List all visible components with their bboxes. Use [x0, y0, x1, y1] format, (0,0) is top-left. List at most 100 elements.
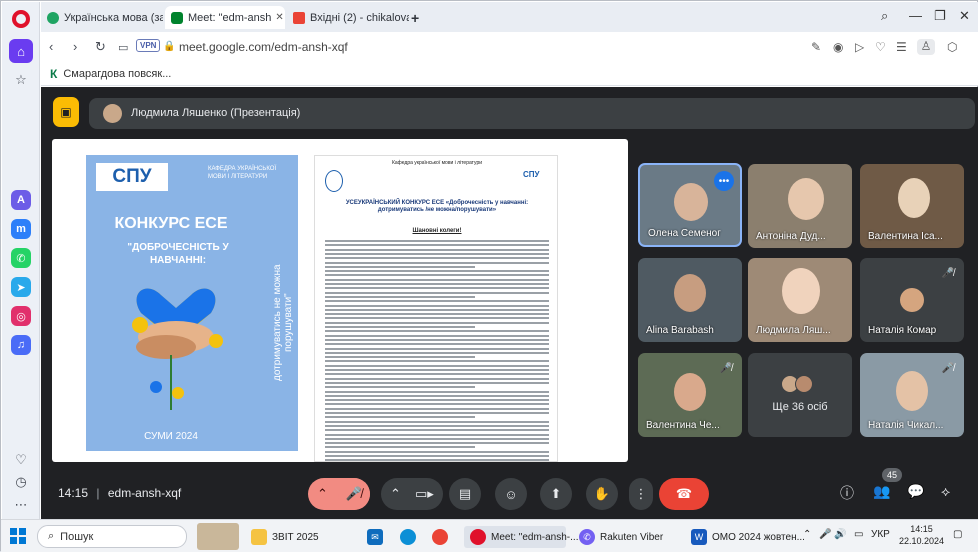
easy-setup-icon[interactable]: ☰ — [896, 40, 907, 54]
videocam-icon[interactable]: ▭▸ — [415, 486, 434, 502]
more-icon[interactable]: ⋯ — [9, 493, 33, 517]
tray-chevron-icon[interactable]: ⌃ — [803, 529, 811, 540]
restore-icon[interactable]: ❐ — [934, 8, 946, 24]
notifications-icon[interactable]: ▢ — [953, 529, 962, 540]
bookmark-item[interactable]: К Смарагдова повсяк... — [50, 67, 171, 81]
mic-off-icon[interactable]: 🎤̸ — [338, 478, 370, 510]
star-icon[interactable]: ☆ — [9, 68, 33, 92]
viber-icon: ✆ — [579, 529, 595, 545]
info-icon[interactable]: ⓘ — [840, 483, 854, 503]
close-tab-icon[interactable]: ✕ — [275, 12, 283, 23]
doc-text-line — [325, 356, 475, 359]
snapshot-icon[interactable]: ▭ — [118, 41, 128, 54]
play-icon[interactable]: ▷ — [855, 40, 864, 54]
instagram-icon[interactable]: ◎ — [11, 306, 31, 326]
more-options-button[interactable]: ⋮ — [629, 478, 653, 510]
home-icon[interactable]: ⌂ — [9, 39, 33, 63]
leave-call-button[interactable]: ☎ — [659, 478, 709, 510]
lock-icon[interactable]: 🔒 — [163, 41, 175, 52]
language-indicator[interactable]: УКР — [871, 529, 890, 540]
profile-icon[interactable]: ♙ — [917, 39, 935, 55]
heart-icon[interactable]: ♡ — [9, 448, 33, 472]
raise-hand-button[interactable]: ✋ — [586, 478, 618, 510]
favorite-icon[interactable]: ♡ — [875, 40, 886, 54]
tab-meet[interactable]: Meet: "edm-ansh ✕ — [165, 6, 285, 29]
present-button[interactable]: ⬆ — [540, 478, 572, 510]
participant-tile[interactable]: Антоніна Дуд... — [748, 164, 852, 248]
close-window-icon[interactable]: ✕ — [959, 8, 970, 24]
hang-up-icon: ☎ — [675, 486, 693, 501]
taskbar-item-label: ЗВІТ 2025 — [272, 531, 319, 543]
participant-tile[interactable]: Людмила Ляш... — [748, 258, 852, 342]
participant-tile[interactable]: Alina Barabash — [638, 258, 742, 342]
doc-text-line — [325, 291, 549, 294]
participant-avatar — [795, 375, 813, 393]
chat-icon[interactable]: 💬 — [907, 483, 924, 500]
taskbar-item-label: Rakuten Viber — [600, 531, 664, 543]
opera-logo-icon[interactable] — [12, 10, 30, 28]
camera-button[interactable]: ⌃ ▭▸ — [381, 478, 443, 510]
taskbar-item-label: ОМО 2024 жовтен... — [712, 531, 805, 543]
doc-text-line — [325, 338, 549, 341]
player-icon[interactable]: ♫ — [11, 335, 31, 355]
search-tabs-icon[interactable]: ⌕ — [881, 8, 888, 24]
taskbar-word[interactable]: W ОМО 2024 жовтен... — [691, 526, 805, 548]
participant-tile[interactable]: 🎤̸ Наталія Комар — [860, 258, 964, 342]
doc-greeting: Шановні колеги! — [412, 228, 462, 234]
history-icon[interactable]: ◷ — [9, 470, 33, 494]
tray-mic-icon[interactable]: 🎤 — [819, 529, 831, 540]
doc-text-line — [325, 313, 549, 316]
camera-icon[interactable]: ◉ — [833, 40, 843, 54]
participant-tile[interactable]: 🎤̸ Наталія Чикал... — [860, 353, 964, 437]
taskbar-edge[interactable] — [400, 526, 421, 548]
participant-tile[interactable]: ••• Олена Семеног — [638, 163, 742, 247]
messenger-icon[interactable]: m — [11, 219, 31, 239]
contest-poster: СПУ КАФЕДРА УКРАЇНСЬКОЇ МОВИ І ЛІТЕРАТУР… — [86, 155, 298, 451]
minimize-icon[interactable]: — — [909, 8, 922, 23]
windows-start-icon[interactable] — [10, 528, 26, 544]
url-field[interactable]: meet.google.com/edm-ansh-xqf — [179, 40, 348, 54]
doc-text-line — [325, 270, 549, 273]
taskbar-clock[interactable]: 14:15 22.10.2024 — [899, 523, 944, 547]
more-options-icon[interactable]: ••• — [714, 171, 734, 191]
tab-gmail[interactable]: Вхідні (2) - chikalovan200 — [287, 6, 409, 29]
participant-video — [788, 178, 824, 220]
presentation-icon[interactable]: ▣ — [53, 97, 79, 127]
chevron-up-icon[interactable]: ⌃ — [317, 486, 328, 502]
doc-text-line — [325, 364, 549, 367]
volume-icon[interactable]: 🔊 — [834, 529, 846, 540]
forward-icon[interactable]: › — [73, 39, 77, 54]
participant-tile[interactable]: Валентина Іса... — [860, 164, 964, 248]
taskbar-opera-meet[interactable]: Meet: "edm-ansh-... — [464, 526, 578, 548]
taskbar-search[interactable]: ⌕ Пошук — [37, 525, 187, 548]
doc-text-line — [325, 433, 549, 436]
participant-tile[interactable]: 🎤̸ Валентина Че... — [638, 353, 742, 437]
taskbar-folder[interactable]: ЗВІТ 2025 — [251, 526, 319, 548]
bookmark-label: Смарагдова повсяк... — [63, 68, 172, 80]
battery-icon[interactable]: ▭ — [854, 529, 863, 540]
doc-text-line — [325, 330, 549, 333]
people-icon[interactable]: 👥 — [873, 483, 890, 500]
activities-icon[interactable]: ⟡ — [941, 483, 950, 500]
telegram-icon[interactable]: ➤ — [11, 277, 31, 297]
tab-ukrainska-mova[interactable]: Українська мова (за проф — [41, 6, 163, 29]
new-tab-button[interactable]: + — [405, 6, 427, 29]
chevron-up-icon[interactable]: ⌃ — [390, 486, 401, 502]
edit-icon[interactable]: ✎ — [811, 40, 821, 54]
reactions-button[interactable]: ☺ — [495, 478, 527, 510]
taskbar-viber[interactable]: ✆ Rakuten Viber — [579, 526, 663, 548]
captions-button[interactable]: ▤ — [449, 478, 481, 510]
taskbar-mail[interactable]: ✉ — [367, 526, 388, 548]
more-participants-tile[interactable]: Ще 36 осіб — [748, 353, 852, 437]
vpn-badge[interactable]: VPN — [136, 39, 161, 52]
back-icon[interactable]: ‹ — [49, 39, 53, 54]
meeting-time-code: 14:15 | edm-ansh-xqf — [58, 486, 182, 500]
extensions-icon[interactable]: ⬡ — [947, 40, 957, 54]
gmail-favicon-icon — [293, 11, 305, 24]
whatsapp-icon[interactable]: ✆ — [11, 248, 31, 268]
reload-icon[interactable]: ↻ — [95, 39, 106, 55]
news-widget-icon[interactable] — [197, 523, 239, 550]
taskbar-chrome[interactable] — [432, 526, 453, 548]
mic-button[interactable]: ⌃ 🎤̸ — [308, 478, 370, 510]
aria-icon[interactable]: A — [11, 190, 31, 210]
